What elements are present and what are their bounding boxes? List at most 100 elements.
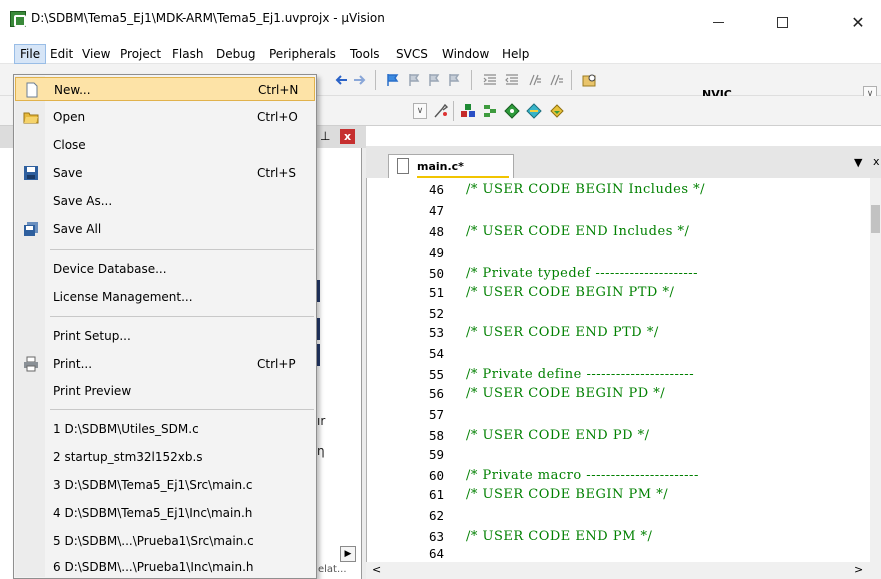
menu-tools[interactable]: Tools [344,44,386,64]
bookmark-clear-icon[interactable] [447,72,463,88]
tree-text-fragment: ƞ [317,444,325,458]
scroll-left-icon[interactable]: < [372,563,381,576]
indent-icon[interactable] [482,72,498,88]
recent-file-1[interactable]: 1 D:\SDBM\Utiles_SDM.c [15,417,315,441]
menu-debug[interactable]: Debug [210,44,261,64]
menu-peripherals[interactable]: Peripherals [263,44,342,64]
tab-main-c[interactable]: main.c* [388,154,514,178]
editor-horizontal-scrollbar[interactable]: < > [366,562,881,579]
menu-edit[interactable]: Edit [44,44,79,64]
recent-file-4[interactable]: 4 D:\SDBM\Tema5_Ej1\Inc\main.h [15,501,315,525]
menu-separator [50,409,314,410]
editor-tab-strip: main.c* [366,146,881,178]
file-icon [397,158,409,174]
file-menu-print[interactable]: Print... Ctrl+P [15,352,315,376]
file-menu-new[interactable]: New... Ctrl+N [15,77,315,101]
pane-scroll-right-button[interactable]: ▶ [340,546,356,562]
recent-file-2[interactable]: 2 startup_stm32l152xb.s [15,445,315,469]
minimize-icon [712,21,724,23]
menu-flash[interactable]: Flash [166,44,209,64]
menu-item-label: Close [53,138,86,152]
menu-item-label: Print Preview [53,384,132,398]
save-icon [24,166,38,180]
software-packs-icon[interactable] [549,103,565,119]
bookmark-previous-icon[interactable] [407,72,423,88]
close-window-button[interactable]: ✕ [836,4,880,40]
code-line: /* Private define ---------------------- [466,367,695,382]
manage-run-time-icon[interactable] [504,103,520,119]
bookmark-insert-icon[interactable] [385,72,401,88]
recent-file-6[interactable]: 6 D:\SDBM\...\Prueba1\Inc\main.h [15,555,315,579]
menu-separator [50,249,314,250]
toolbar-separator [453,101,454,121]
manage-project-items-icon[interactable] [460,103,476,119]
minimize-button[interactable] [696,4,740,40]
pin-icon[interactable]: ⊥ [320,129,330,143]
menu-item-label: Device Database... [53,262,167,276]
close-icon: ✕ [851,12,865,32]
file-menu-open[interactable]: Open Ctrl+O [15,105,315,129]
unindent-icon[interactable] [504,72,520,88]
code-line: /* Private typedef --------------------- [466,266,699,281]
navigate-forward-icon[interactable] [352,72,368,88]
target-options-icon[interactable] [433,103,449,119]
file-menu-save[interactable]: Save Ctrl+S [15,161,315,185]
target-dropdown[interactable]: ∨ [413,103,427,119]
title-bar: D:\SDBM\Tema5_Ej1\MDK-ARM\Tema5_Ej1.uvpr… [0,0,881,44]
menu-item-label: Save [53,166,83,180]
close-tab-icon[interactable]: x [873,155,880,168]
menu-item-label: 4 D:\SDBM\Tema5_Ej1\Inc\main.h [53,506,253,520]
file-menu-save-all[interactable]: Save All [15,217,315,241]
code-line: /* USER CODE END PTD */ [466,325,659,340]
menu-svcs[interactable]: SVCS [390,44,434,64]
comment-icon[interactable] [526,72,542,88]
open-folder-icon [23,112,39,124]
file-menu-print-preview[interactable]: Print Preview [15,379,315,403]
menu-separator [50,316,314,317]
find-in-files-icon[interactable] [582,72,598,88]
file-menu-save-as[interactable]: Save As... [15,189,315,213]
tabs-dropdown-icon[interactable]: ▼ [854,156,862,169]
menu-window[interactable]: Window [436,44,495,64]
recent-file-3[interactable]: 3 D:\SDBM\Tema5_Ej1\Src\main.c [15,473,315,497]
navigate-back-icon[interactable] [333,72,349,88]
line-number: 55 [428,367,444,382]
file-menu-print-setup[interactable]: Print Setup... [15,324,315,348]
recent-file-5[interactable]: 5 D:\SDBM\...\Prueba1\Src\main.c [15,529,315,553]
pack-installer-icon[interactable] [526,103,542,119]
tab-label: main.c* [417,160,464,173]
code-line: /* USER CODE BEGIN Includes */ [466,182,706,197]
toolbar-separator [571,70,572,90]
menu-item-label: 1 D:\SDBM\Utiles_SDM.c [53,422,199,436]
uncomment-icon[interactable] [548,72,564,88]
close-pane-button[interactable]: x [340,129,355,144]
pane-bottom-tab[interactable]: elat... [318,564,347,575]
line-number: 49 [428,245,444,260]
file-menu-device-database[interactable]: Device Database... [15,257,315,281]
menu-item-label: 6 D:\SDBM\...\Prueba1\Inc\main.h [53,560,254,574]
line-number: 62 [428,508,444,523]
line-number: 50 [428,266,444,281]
line-number: 61 [428,487,444,502]
menu-project[interactable]: Project [114,44,167,64]
scroll-right-icon[interactable]: > [854,563,863,576]
maximize-button[interactable] [760,4,804,40]
select-packs-icon[interactable] [482,103,498,119]
line-number: 63 [428,529,444,544]
line-number-gutter: 46 47 48 49 50 51 52 53 54 55 56 57 58 5… [370,178,450,562]
editor-vertical-scrollbar[interactable] [870,178,881,562]
editor-scroll-thumb[interactable] [871,205,880,233]
file-menu-close[interactable]: Close [15,133,315,157]
menu-file[interactable]: File [14,44,47,64]
menu-help[interactable]: Help [496,44,535,64]
bookmark-next-icon[interactable] [427,72,443,88]
menu-item-shortcut: Ctrl+S [257,166,297,180]
menu-item-label: Save All [53,222,102,236]
menu-view[interactable]: View [76,44,116,64]
file-menu-dropdown: New... Ctrl+N Open Ctrl+O Close Save Ctr… [13,74,317,579]
line-number: 60 [428,468,444,483]
file-menu-license-management[interactable]: License Management... [15,285,315,309]
line-number: 46 [428,182,444,197]
code-line: /* USER CODE BEGIN PTD */ [466,285,675,300]
line-number: 47 [428,203,444,218]
